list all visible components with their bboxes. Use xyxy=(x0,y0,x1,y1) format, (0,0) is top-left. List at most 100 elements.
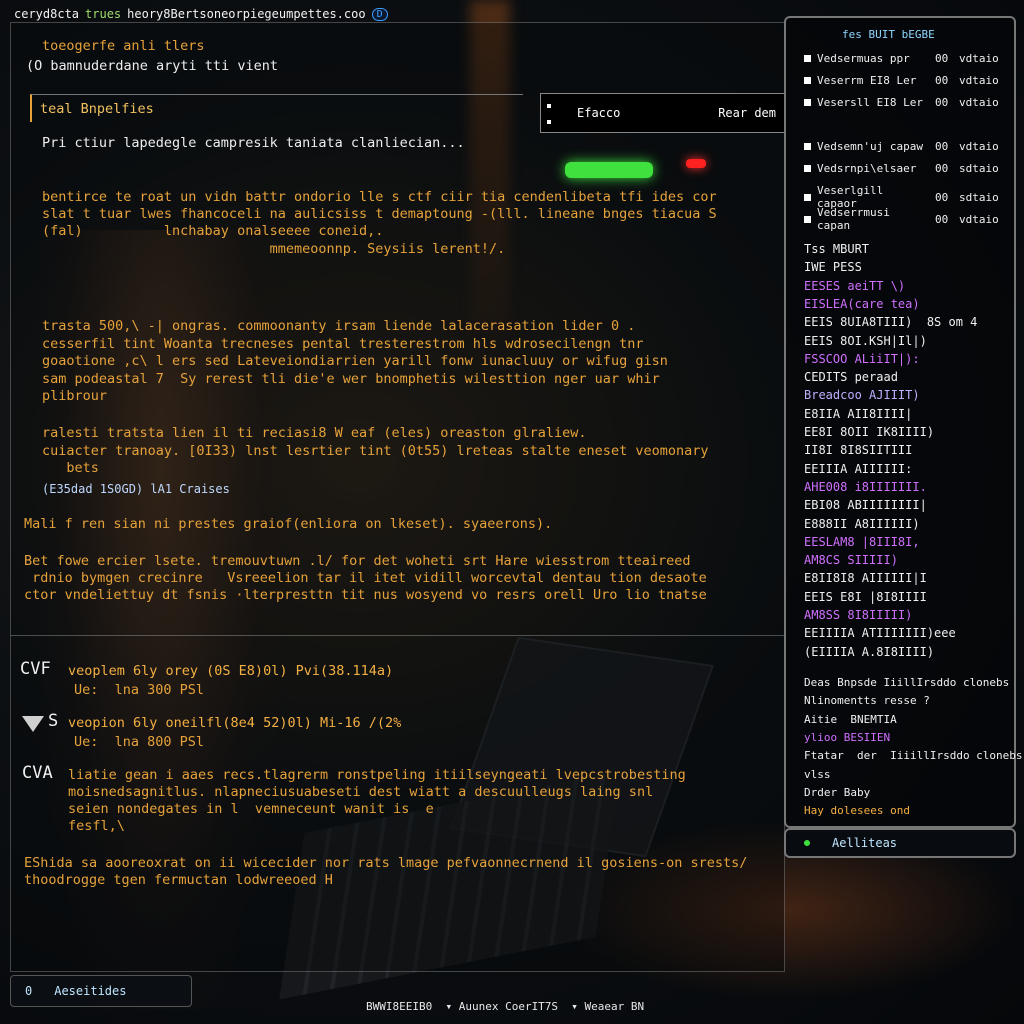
body-p1-line: slat t tuar lwes fhancoceli na aulicsiss… xyxy=(42,206,717,222)
sidebar-row[interactable]: Veserrm EI8 Ler 00 vdtaio xyxy=(804,74,999,87)
sidebar-row-name: Vedsermuas ppr xyxy=(817,52,910,65)
sidebar-row[interactable]: Vedserrmusi capan 00 vdtaio xyxy=(804,206,999,232)
body-p1-line: bentirce te roat un vidn battr ondorio l… xyxy=(42,189,717,205)
checkbox-icon[interactable] xyxy=(804,193,811,201)
body-p5-line: Bet fowe ercier lsete. tremouvtuwn .l/ f… xyxy=(24,553,691,569)
sidebar-list-item[interactable]: E8IIA AII8IIII| xyxy=(804,407,912,421)
sidebar-list-item[interactable]: EBI08 ABIIIIIIII| xyxy=(804,498,927,512)
checkbox-icon[interactable] xyxy=(804,165,811,172)
status-dot-icon xyxy=(547,104,551,108)
cve-id: S xyxy=(48,711,59,731)
red-indicator-light xyxy=(686,159,706,168)
sidebar-list-item[interactable]: IWE PESS xyxy=(804,260,862,274)
sidebar-list-item[interactable]: EEIS E8I |8I8IIII xyxy=(804,590,927,604)
sidebar-row[interactable]: Vedsemn'uj capaw 00 vdtaio xyxy=(804,140,999,153)
checkbox-icon[interactable] xyxy=(804,143,811,150)
sidebar-list-item[interactable]: EESES aeiTT \) xyxy=(804,279,905,293)
sidebar-row[interactable]: Vesersll EI8 Ler 00 vdtaio xyxy=(804,96,999,109)
sidebar-list-item[interactable]: EE8I 8OII IK8IIII) xyxy=(804,425,934,439)
body-p3-line: bets xyxy=(42,460,99,476)
status-box[interactable]: Efacco Rear dem xyxy=(540,93,785,133)
body-p3-line: cuiacter tranoay. [0I33) lnst lesrtier t… xyxy=(42,443,709,459)
sidebar-note: vlss xyxy=(804,767,831,781)
sidebar-list-item[interactable]: II8I 8I8SIITIII xyxy=(804,443,912,457)
bottom-note-line: thoodrogge tgen fermuctan lodwreeoed H xyxy=(24,872,333,888)
checkbox-icon[interactable] xyxy=(804,215,811,223)
highlight-link[interactable]: (E35dad 1S0GD) lA1 Craises xyxy=(42,481,230,498)
sidebar-list-item[interactable]: EEIS 8OI.KSH|Il|) xyxy=(804,334,927,348)
sidebar-list-item[interactable]: EEIIIA AIIIIII: xyxy=(804,462,912,476)
header-line-1: toeogerfe anli tlers xyxy=(42,38,205,54)
body-p3-line: ralesti tratsta lien il ti reciasi8 W ea… xyxy=(42,425,587,441)
sidebar-row-status: vdtaio xyxy=(959,212,999,226)
sidebar-list-item[interactable]: E888II A8IIIIII) xyxy=(804,517,920,531)
app-title: ceryd8cta xyxy=(14,7,80,21)
sidebar-list-item[interactable]: AM8CS SIIIII) xyxy=(804,553,898,567)
status-left-label: Efacco xyxy=(577,106,621,120)
section-header[interactable]: teal Bnpelfies xyxy=(30,94,523,122)
section-subtitle: Pri ctiur lapedegle campresik taniata cl… xyxy=(42,135,465,151)
sidebar-note: Drder Baby xyxy=(804,785,871,799)
cve-title[interactable]: veopion 6ly oneilfl(8e4 52)0l) Mi-16 /(2… xyxy=(68,715,401,732)
cve-desc-line: fesfl,\ xyxy=(68,818,125,834)
sidebar-row-status: vdtaio xyxy=(959,52,999,65)
cve-desc-line: seien nondegates in l vemneceunt wanit i… xyxy=(68,801,434,817)
sidebar-note: Hay dolesees ond xyxy=(804,804,910,818)
header-line-2: (O bamnuderdane aryti tti vient xyxy=(26,58,278,74)
sidebar-list-item[interactable]: CEDITS peraad xyxy=(804,370,898,384)
sidebar-row-status: vdtaio xyxy=(959,96,999,109)
checkbox-icon[interactable] xyxy=(804,55,811,62)
body-p2-line: cesserfil tint Woanta trecneses pental t… xyxy=(42,336,644,352)
body-p4-line: Mali f ren sian ni prestes graiof(enlior… xyxy=(24,516,553,532)
section-divider xyxy=(11,635,784,636)
cve-id: CVA xyxy=(22,763,53,783)
sidebar-footer-button[interactable]: Aelliteas xyxy=(784,828,1016,858)
body-p5-line: rdnio bymgen crecinre Vsreeelion tar il … xyxy=(24,570,707,586)
sidebar-list-item[interactable]: AM8SS 8I8IIIII) xyxy=(804,608,912,622)
body-p1-line: mmemeoonnp. Seysiis lerent!/. xyxy=(42,241,506,257)
sidebar-row-status: vdtaio xyxy=(959,140,999,153)
sidebar-row-count: 00 xyxy=(935,162,949,175)
url-text[interactable]: heory8Bertsoneorpiegeumpettes.coo xyxy=(127,7,365,21)
sidebar-list-item[interactable]: (EIIIIA A.8I8IIII) xyxy=(804,645,934,659)
sidebar-list-item[interactable]: Breadcoo AJIIIT) xyxy=(804,388,920,402)
cve-subtitle: Ue: lna 300 PSl xyxy=(74,682,205,698)
checkbox-icon[interactable] xyxy=(804,99,811,106)
sidebar-row-status: vdtaio xyxy=(959,74,999,87)
sidebar-note: Ftatar der IiiillIrsddo clonebs xyxy=(804,749,1023,763)
sidebar-list-item[interactable]: FSSCOO ALiiIT|): xyxy=(804,352,920,366)
footer-status-text: BWWI8EEIB0 ▾ Auunex CoerIT7S ▾ Weaear BN xyxy=(366,1000,645,1013)
body-p5-line: ctor vndeliettuy dt fsnis ·lterpresttn t… xyxy=(24,587,707,603)
sidebar-list-item[interactable]: AHE008 i8IIIIIII. xyxy=(804,480,927,494)
sidebar-row[interactable]: Vedsermuas ppr 00 vdtaio xyxy=(804,52,999,65)
checkbox-icon[interactable] xyxy=(804,77,811,84)
right-sidebar-panel: fes BUIT bEGBE Vedsermuas ppr 00 vdtaio Ves… xyxy=(784,16,1023,828)
sidebar-list-item[interactable]: EISLEA(care tea) xyxy=(804,297,920,311)
sidebar-footer-label: Aelliteas xyxy=(832,836,898,850)
sidebar-list-item[interactable]: EEIS 8UIA8TIII) 8S om 4 xyxy=(804,315,977,329)
sidebar-note: Nlinomentts resse ? xyxy=(804,694,930,708)
bottom-action-button[interactable]: 0 Aeseitides xyxy=(10,975,192,1007)
section-title: teal Bnpelfies xyxy=(40,100,154,117)
status-right-label: Rear dem xyxy=(718,106,776,120)
sidebar-row-name: Veserrm EI8 Ler xyxy=(817,74,917,87)
sidebar-row-name: Vesersll EI8 Ler xyxy=(817,96,923,109)
green-indicator-light xyxy=(565,162,653,178)
sidebar-list-item[interactable]: EEIIIIA ATIIIIIII)eee xyxy=(804,626,956,640)
sidebar-note: ylioo BESIIEN xyxy=(804,730,891,744)
cve-desc-line: moisnedsagnitlus. nlapneciusuabeseti des… xyxy=(68,784,654,800)
body-p1-line: (fal) lnchabay onalseeee coneid,. xyxy=(42,223,384,239)
sidebar-row[interactable]: Vedsrnpi\elsaer 00 sdtaio xyxy=(804,162,999,175)
url-badge[interactable]: D xyxy=(371,7,388,21)
sidebar-list-item[interactable]: Tss MBURT xyxy=(804,242,869,256)
status-dot-icon xyxy=(547,120,551,124)
sidebar-row-status: sdtaio xyxy=(959,190,999,204)
sidebar-list-item[interactable]: E8II8I8 AIIIIII|I xyxy=(804,571,927,585)
cve-title[interactable]: veoplem 6ly orey (0S E8)0l) Pvi(38.114a) xyxy=(68,663,393,680)
app-tag[interactable]: trues xyxy=(85,7,121,21)
bottom-button-icon: 0 xyxy=(25,984,33,998)
collapse-triangle-icon[interactable] xyxy=(22,716,44,732)
sidebar-list-item[interactable]: EESLAM8 |8III8I, xyxy=(804,535,920,549)
sidebar-row-count: 00 xyxy=(935,74,949,87)
body-p2-line: goaotione ,c\ l ers sed Lateveiondiarrie… xyxy=(42,353,668,369)
